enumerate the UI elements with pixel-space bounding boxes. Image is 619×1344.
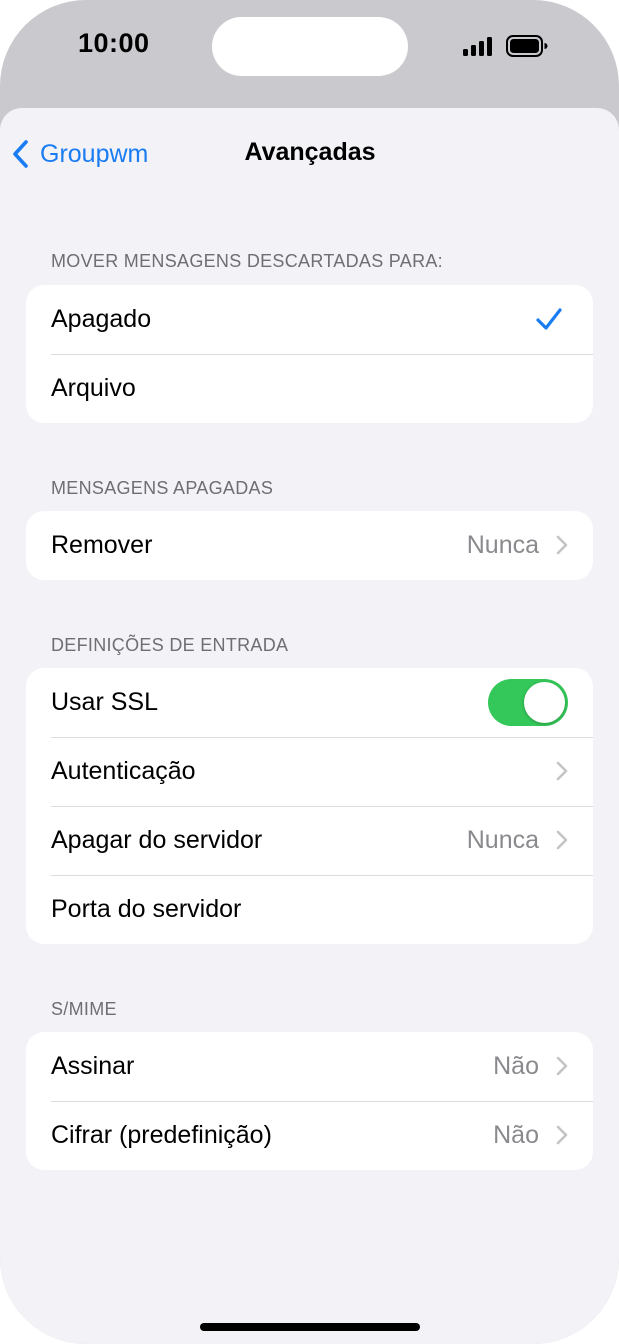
group-deleted-messages: Remover Nunca: [26, 511, 593, 580]
row-remover[interactable]: Remover Nunca: [26, 511, 593, 580]
row-label: Remover: [51, 531, 153, 559]
device-frame: 10:00 Groupwm Avançadas MOVER MENSAGENS …: [0, 0, 619, 1344]
row-label: Assinar: [51, 1052, 135, 1080]
back-label: Groupwm: [40, 139, 149, 168]
group-smime: Assinar Não Cifrar (predefinição) Não: [26, 1032, 593, 1170]
group-incoming-settings: Usar SSL Autenticação Apagar do servidor…: [26, 668, 593, 944]
back-chevron-icon: [13, 140, 28, 168]
section-header-discarded-messages: MOVER MENSAGENS DESCARTADAS PARA:: [51, 251, 443, 271]
row-label: Usar SSL: [51, 688, 158, 716]
settings-sheet: Groupwm Avançadas MOVER MENSAGENS DESCAR…: [0, 108, 619, 1344]
back-button[interactable]: Groupwm: [12, 134, 148, 174]
group-discarded-messages: Apagado Arquivo: [26, 285, 593, 423]
row-autenticacao[interactable]: Autenticação: [26, 737, 593, 806]
section-header-deleted-messages: MENSAGENS APAGADAS: [51, 478, 274, 498]
chevron-right-icon: [556, 1056, 568, 1076]
status-time: 10:00: [78, 28, 150, 58]
option-label: Arquivo: [51, 374, 136, 402]
row-porta-do-servidor[interactable]: Porta do servidor: [26, 875, 593, 944]
row-value: Não: [493, 1121, 539, 1149]
status-bar: 10:00: [0, 0, 619, 100]
option-apagado[interactable]: Apagado: [26, 285, 593, 354]
toggle-knob: [524, 682, 565, 723]
chevron-right-icon: [556, 830, 568, 850]
row-value: Não: [493, 1052, 539, 1080]
chevron-right-icon: [556, 761, 568, 781]
section-header-smime: S/MIME: [51, 999, 117, 1019]
checkmark-icon: [536, 308, 562, 330]
section-header-incoming-settings: DEFINIÇÕES DE ENTRADA: [51, 635, 289, 655]
dynamic-island: [212, 17, 408, 76]
signal-icon: [463, 36, 495, 56]
option-label: Apagado: [51, 305, 152, 333]
row-assinar[interactable]: Assinar Não: [26, 1032, 593, 1101]
row-usar-ssl: Usar SSL: [26, 668, 593, 737]
battery-icon: [506, 35, 548, 57]
row-label: Autenticação: [51, 757, 196, 785]
ssl-toggle[interactable]: [488, 679, 568, 726]
row-label: Porta do servidor: [51, 895, 242, 923]
chevron-right-icon: [556, 535, 568, 555]
row-value: Nunca: [466, 826, 539, 854]
chevron-right-icon: [556, 1125, 568, 1145]
page-title: Avançadas: [244, 138, 376, 166]
row-apagar-do-servidor[interactable]: Apagar do servidor Nunca: [26, 806, 593, 875]
row-label: Cifrar (predefinição): [51, 1121, 272, 1149]
option-arquivo[interactable]: Arquivo: [26, 354, 593, 423]
row-label: Apagar do servidor: [51, 826, 263, 854]
navigation-bar: Groupwm Avançadas: [0, 108, 619, 198]
row-cifrar[interactable]: Cifrar (predefinição) Não: [26, 1101, 593, 1170]
row-value: Nunca: [466, 531, 539, 559]
home-indicator[interactable]: [200, 1323, 420, 1331]
